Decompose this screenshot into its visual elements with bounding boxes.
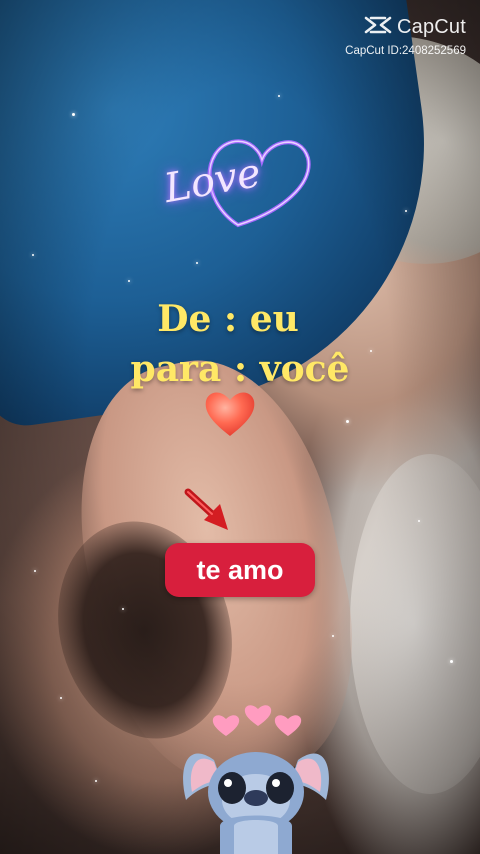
- sparkle-star: [32, 254, 34, 256]
- headline-line-2: para : você: [130, 348, 350, 390]
- sparkle-star: [278, 95, 280, 97]
- photo-background: CapCut CapCut ID:2408252569 Love De : eu…: [0, 0, 480, 854]
- capcut-watermark: CapCut CapCut ID:2408252569: [345, 14, 466, 57]
- capcut-id-text: CapCut ID:2408252569: [345, 45, 466, 57]
- sparkle-star: [346, 420, 349, 423]
- pink-hearts-icon: [212, 705, 302, 736]
- love-sticker: Love: [160, 130, 320, 235]
- capcut-logo-icon: [363, 14, 393, 41]
- red-heart-icon: [202, 388, 258, 438]
- sparkle-star: [128, 280, 130, 282]
- capcut-brand-text: CapCut: [396, 16, 466, 38]
- headline-line-1: De : eu: [157, 298, 299, 340]
- capcut-logo: CapCut: [345, 14, 466, 41]
- te-amo-button[interactable]: te amo: [165, 543, 315, 597]
- sparkle-star: [418, 520, 420, 522]
- sparkle-star: [196, 262, 198, 264]
- sparkle-star: [95, 780, 97, 782]
- sparkle-star: [450, 660, 453, 663]
- sparkle-star: [332, 635, 334, 637]
- sparkle-star: [122, 608, 124, 610]
- sparkle-star: [34, 570, 36, 572]
- sparkle-star: [72, 113, 75, 116]
- stitch-character-icon: [176, 700, 336, 854]
- sparkle-star: [405, 210, 407, 212]
- red-arrow-icon: [182, 484, 234, 536]
- sparkle-star: [60, 697, 62, 699]
